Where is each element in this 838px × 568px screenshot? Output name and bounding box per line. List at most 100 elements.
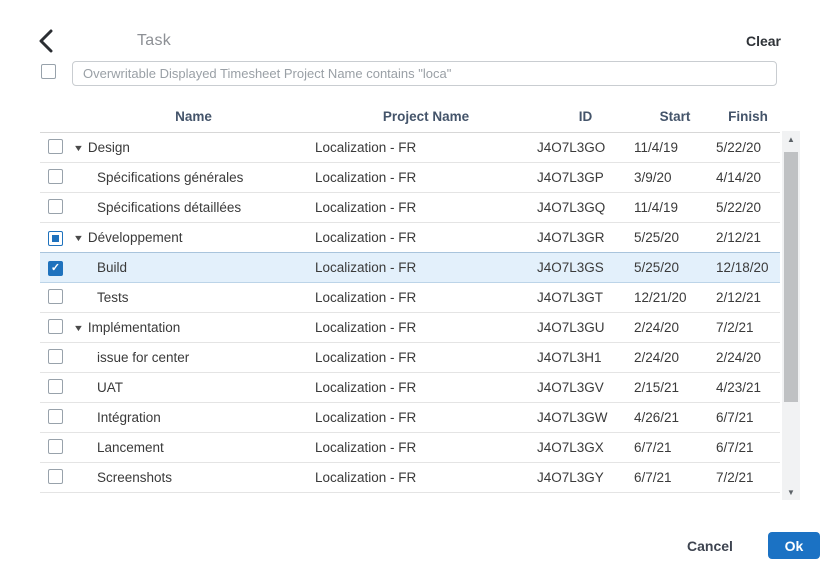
collapse-caret-icon[interactable]: ▼ (73, 233, 84, 243)
row-checkbox[interactable] (48, 199, 63, 214)
finish-date-cell: 6/7/21 (716, 440, 780, 455)
task-name-cell: ▼Développement (72, 230, 315, 245)
task-id-cell: J4O7L3GQ (537, 200, 634, 215)
task-name-cell: Tests (72, 290, 315, 305)
task-name: Design (88, 140, 130, 155)
checkbox-indeterminate-mark (52, 235, 59, 242)
scroll-up-icon[interactable]: ▲ (782, 132, 800, 146)
start-date-cell: 4/26/21 (634, 410, 716, 425)
cancel-button[interactable]: Cancel (687, 538, 733, 554)
table-row[interactable]: UATLocalization - FRJ4O7L3GV2/15/214/23/… (40, 373, 780, 403)
back-button[interactable] (37, 29, 59, 53)
task-name: Intégration (97, 410, 161, 425)
table-row[interactable]: ▼DesignLocalization - FRJ4O7L3GO11/4/195… (40, 133, 780, 163)
row-checkbox-cell (40, 439, 72, 457)
filter-checkbox[interactable] (41, 64, 56, 79)
column-header-project-name: Project Name (315, 109, 537, 124)
task-picker-dialog: Task Clear Name Project Name ID Start Fi… (0, 0, 838, 568)
finish-date-cell: 4/23/21 (716, 380, 780, 395)
task-id-cell: J4O7L3GX (537, 440, 634, 455)
row-checkbox[interactable] (48, 139, 63, 154)
table-row[interactable]: Spécifications détaillées Localization - … (40, 193, 780, 223)
task-table-body: ▼DesignLocalization - FRJ4O7L3GO11/4/195… (40, 133, 780, 493)
task-name: Lancement (97, 440, 164, 455)
row-checkbox[interactable] (48, 289, 63, 304)
project-name-cell: Localization - FR (315, 440, 537, 455)
row-checkbox-cell (40, 349, 72, 367)
vertical-scrollbar[interactable]: ▲ ▼ (782, 131, 800, 500)
project-name-cell: Localization - FR (315, 200, 537, 215)
row-checkbox[interactable] (48, 409, 63, 424)
table-row[interactable]: ▼ImplémentationLocalization - FRJ4O7L3GU… (40, 313, 780, 343)
table-row[interactable]: issue for center Localization - FRJ4O7L3H… (40, 343, 780, 373)
task-name: Tests (97, 290, 129, 305)
table-row[interactable]: ScreenshotsLocalization - FRJ4O7L3GY6/7/… (40, 463, 780, 493)
project-name-cell: Localization - FR (315, 350, 537, 365)
row-checkbox[interactable] (48, 319, 63, 334)
start-date-cell: 6/7/21 (634, 440, 716, 455)
table-row[interactable]: Intégration Localization - FRJ4O7L3GW4/26… (40, 403, 780, 433)
ok-button[interactable]: Ok (768, 532, 820, 559)
row-checkbox-cell (40, 230, 72, 246)
row-checkbox-cell (40, 409, 72, 427)
row-checkbox-cell (40, 169, 72, 187)
scroll-down-icon[interactable]: ▼ (782, 485, 800, 499)
collapse-caret-icon[interactable]: ▼ (73, 323, 84, 333)
column-header-start: Start (634, 109, 716, 124)
task-name: issue for center (97, 350, 189, 365)
filter-input[interactable] (72, 61, 777, 86)
table-row[interactable]: ✓BuildLocalization - FRJ4O7L3GS5/25/2012… (40, 253, 780, 283)
row-checkbox[interactable] (48, 231, 63, 246)
row-checkbox[interactable] (48, 379, 63, 394)
row-checkbox[interactable] (48, 439, 63, 454)
finish-date-cell: 4/14/20 (716, 170, 780, 185)
row-checkbox[interactable] (48, 469, 63, 484)
task-id-cell: J4O7L3GU (537, 320, 634, 335)
chevron-left-icon (37, 29, 59, 53)
task-name: Implémentation (88, 320, 180, 335)
task-name-cell: Lancement (72, 440, 315, 455)
scrollbar-thumb[interactable] (784, 152, 798, 402)
finish-date-cell: 2/12/21 (716, 230, 780, 245)
table-row[interactable]: Spécifications généralesLocalization - F… (40, 163, 780, 193)
task-name-cell: Spécifications générales (72, 170, 315, 185)
task-id-cell: J4O7L3GR (537, 230, 634, 245)
task-name: UAT (97, 380, 123, 395)
project-name-cell: Localization - FR (315, 260, 537, 275)
start-date-cell: 12/21/20 (634, 290, 716, 305)
row-checkbox[interactable]: ✓ (48, 261, 63, 276)
finish-date-cell: 5/22/20 (716, 140, 780, 155)
row-checkbox-cell (40, 289, 72, 307)
finish-date-cell: 2/24/20 (716, 350, 780, 365)
task-id-cell: J4O7L3GP (537, 170, 634, 185)
start-date-cell: 6/7/21 (634, 470, 716, 485)
start-date-cell: 2/24/20 (634, 350, 716, 365)
task-id-cell: J4O7L3GO (537, 140, 634, 155)
task-id-cell: J4O7L3H1 (537, 350, 634, 365)
start-date-cell: 5/25/20 (634, 230, 716, 245)
row-checkbox[interactable] (48, 169, 63, 184)
table-row[interactable]: ▼DéveloppementLocalization - FRJ4O7L3GR5… (40, 223, 780, 253)
row-checkbox-cell (40, 379, 72, 397)
task-id-cell: J4O7L3GW (537, 410, 634, 425)
column-header-finish: Finish (716, 109, 780, 124)
project-name-cell: Localization - FR (315, 410, 537, 425)
collapse-caret-icon[interactable]: ▼ (73, 143, 84, 153)
finish-date-cell: 6/7/21 (716, 410, 780, 425)
table-row[interactable]: TestsLocalization - FRJ4O7L3GT12/21/202/… (40, 283, 780, 313)
task-id-cell: J4O7L3GV (537, 380, 634, 395)
table-row[interactable]: LancementLocalization - FRJ4O7L3GX6/7/21… (40, 433, 780, 463)
project-name-cell: Localization - FR (315, 170, 537, 185)
task-name: Build (97, 260, 127, 275)
row-checkbox-cell (40, 139, 72, 157)
finish-date-cell: 5/22/20 (716, 200, 780, 215)
start-date-cell: 2/15/21 (634, 380, 716, 395)
task-name: Spécifications détaillées (97, 200, 241, 215)
row-checkbox[interactable] (48, 349, 63, 364)
task-name-cell: UAT (72, 380, 315, 395)
task-name-cell: Screenshots (72, 470, 315, 485)
start-date-cell: 11/4/19 (634, 200, 716, 215)
task-id-cell: J4O7L3GS (537, 260, 634, 275)
row-checkbox-cell: ✓ (40, 259, 72, 276)
clear-button[interactable]: Clear (746, 33, 781, 49)
